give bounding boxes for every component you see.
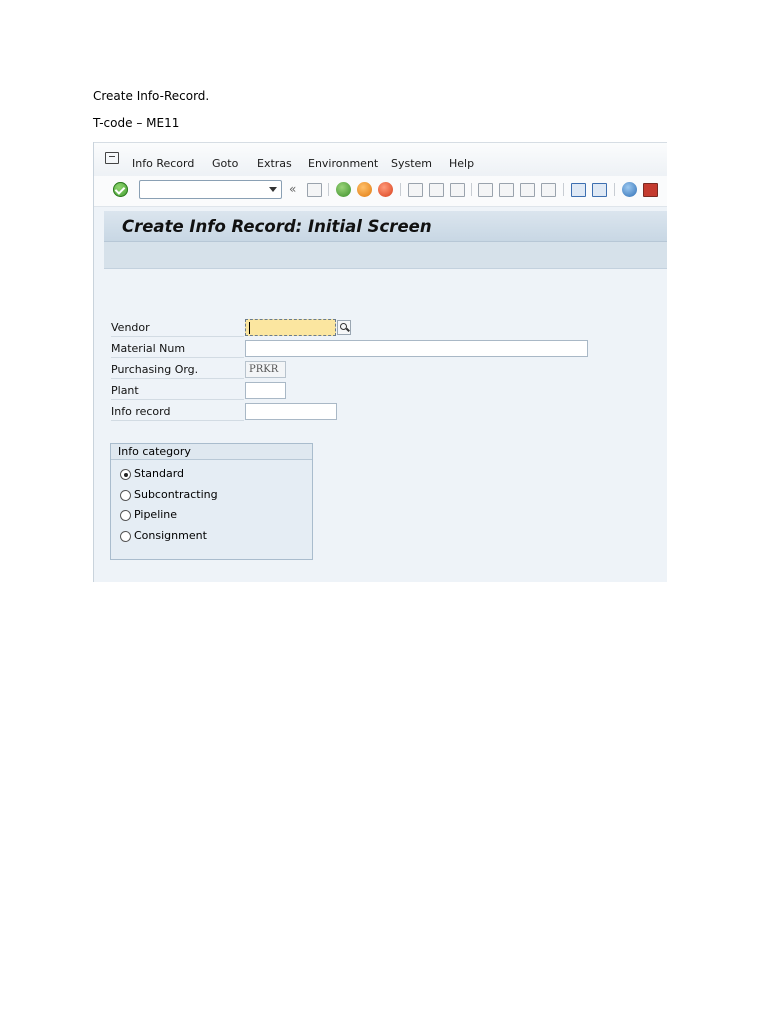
screen-title-bar: Create Info Record: Initial Screen bbox=[104, 211, 667, 242]
vendor-input[interactable] bbox=[245, 319, 336, 336]
document-tcode: T-code – ME11 bbox=[93, 116, 180, 130]
back-arrows-icon[interactable]: « bbox=[289, 181, 296, 197]
purchasing-org-input[interactable]: PRKR bbox=[245, 361, 286, 378]
previous-page-icon[interactable] bbox=[499, 183, 514, 197]
print-icon[interactable] bbox=[408, 183, 423, 197]
radio-button-selected[interactable] bbox=[120, 469, 131, 480]
next-page-icon[interactable] bbox=[520, 183, 535, 197]
application-toolbar bbox=[104, 242, 667, 269]
menu-help[interactable]: Help bbox=[449, 157, 474, 170]
first-page-icon[interactable] bbox=[478, 183, 493, 197]
menu-system[interactable]: System bbox=[391, 157, 432, 170]
ok-icon[interactable] bbox=[113, 182, 128, 197]
info-record-label: Info record bbox=[111, 402, 244, 421]
sap-screenshot: Info Record Goto Extras Environment Syst… bbox=[93, 142, 667, 582]
command-field[interactable] bbox=[139, 180, 282, 199]
last-page-icon[interactable] bbox=[541, 183, 556, 197]
purchasing-org-label: Purchasing Org. bbox=[111, 360, 244, 379]
info-category-group: Info category Standard Subcontracting Pi… bbox=[110, 443, 313, 560]
find-icon[interactable] bbox=[429, 183, 444, 197]
text-cursor bbox=[249, 322, 250, 334]
vendor-label: Vendor bbox=[111, 318, 244, 337]
search-help-icon[interactable] bbox=[337, 320, 351, 335]
toolbar-divider bbox=[328, 183, 329, 196]
info-category-title: Info category bbox=[111, 444, 312, 460]
find-next-icon[interactable] bbox=[450, 183, 465, 197]
radio-button[interactable] bbox=[120, 490, 131, 501]
plant-input[interactable] bbox=[245, 382, 286, 399]
menu-info-record[interactable]: Info Record bbox=[132, 157, 194, 170]
radio-label: Consignment bbox=[134, 529, 207, 542]
plant-label: Plant bbox=[111, 381, 244, 400]
toolbar-divider bbox=[471, 183, 472, 196]
radio-label: Standard bbox=[134, 467, 185, 480]
radio-label: Subcontracting bbox=[134, 488, 218, 501]
menu-goto[interactable]: Goto bbox=[212, 157, 238, 170]
chevron-down-icon[interactable] bbox=[269, 187, 277, 192]
material-label: Material Num bbox=[111, 339, 244, 358]
radio-button[interactable] bbox=[120, 531, 131, 542]
document-heading: Create Info-Record. bbox=[93, 89, 210, 103]
toolbar-divider bbox=[400, 183, 401, 196]
shortcut-icon[interactable] bbox=[592, 183, 607, 197]
menu-entry-icon[interactable] bbox=[105, 152, 119, 164]
menu-environment[interactable]: Environment bbox=[308, 157, 378, 170]
back-icon[interactable] bbox=[336, 182, 351, 197]
cancel-icon[interactable] bbox=[378, 182, 393, 197]
help-icon[interactable] bbox=[622, 182, 637, 197]
exit-icon[interactable] bbox=[357, 182, 372, 197]
save-icon[interactable] bbox=[307, 183, 322, 197]
selection-area: Vendor Material Num Purchasing Org. PRKR… bbox=[104, 269, 667, 582]
menu-extras[interactable]: Extras bbox=[257, 157, 292, 170]
material-input[interactable] bbox=[245, 340, 588, 357]
info-record-input[interactable] bbox=[245, 403, 337, 420]
menu-bar: Info Record Goto Extras Environment Syst… bbox=[94, 142, 667, 177]
toolbar-divider bbox=[563, 183, 564, 196]
radio-label: Pipeline bbox=[134, 508, 178, 521]
screen-title: Create Info Record: Initial Screen bbox=[122, 217, 432, 236]
create-session-icon[interactable] bbox=[571, 183, 586, 197]
toolbar-divider bbox=[614, 183, 615, 196]
customize-layout-icon[interactable] bbox=[643, 183, 658, 197]
radio-button[interactable] bbox=[120, 510, 131, 521]
